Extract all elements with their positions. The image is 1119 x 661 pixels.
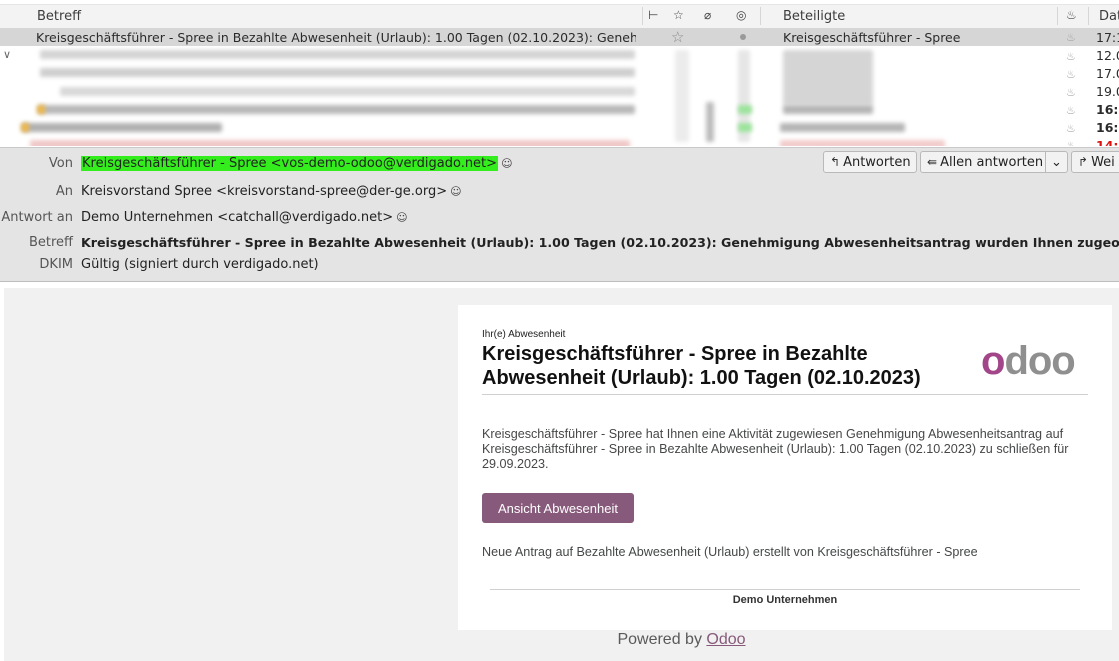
email-card: Ihr(e) Abwesenheit Kreisgeschäftsführer …	[458, 305, 1112, 630]
star-column-icon[interactable]: ☆	[673, 8, 684, 22]
dkim-value: Gültig (signiert durch verdigado.net)	[81, 257, 319, 272]
junk-icon[interactable]: ♨	[1066, 31, 1076, 44]
view-absence-button[interactable]: Ansicht Abwesenheit	[482, 493, 634, 523]
odoo-link[interactable]: Odoo	[706, 631, 745, 648]
reply-all-icon: ⇚	[927, 155, 938, 169]
forward-button[interactable]: ↱ Wei	[1071, 151, 1119, 173]
message-body: Ihr(e) Abwesenheit Kreisgeschäftsführer …	[4, 288, 1119, 661]
message-date: 19.0	[1096, 84, 1119, 99]
contact-icon[interactable]: ☺	[501, 157, 512, 170]
redacted-participants	[780, 123, 905, 132]
redacted-row	[22, 123, 222, 132]
email-title: Kreisgeschäftsführer - Spree in Bezahlte…	[482, 343, 921, 389]
from-value[interactable]: Kreisgeschäftsführer - Spree <vos-demo-o…	[81, 156, 513, 171]
reply-to-address[interactable]: Demo Unternehmen <catchall@verdigado.net…	[81, 210, 393, 225]
from-label: Von	[48, 156, 73, 171]
message-date: 17:1	[1096, 30, 1119, 45]
read-dot-icon[interactable]	[740, 34, 746, 40]
forward-icon: ↱	[1078, 155, 1089, 169]
divider	[482, 394, 1088, 395]
attachment-icon[interactable]: ⌀	[704, 8, 711, 22]
redacted-participants	[780, 140, 945, 146]
reply-to-label: Antwort an	[1, 210, 73, 225]
message-date: 17.0	[1096, 66, 1119, 81]
junk-icon[interactable]: ♨	[1066, 86, 1076, 99]
email-note: Neue Antrag auf Bezahlte Abwesenheit (Ur…	[482, 545, 978, 559]
redacted-row	[40, 68, 635, 77]
contact-icon[interactable]: ☺	[450, 185, 461, 198]
read-status-icon[interactable]: ◎	[736, 8, 746, 22]
redacted-row	[40, 50, 635, 59]
subject-label: Betreff	[28, 235, 73, 250]
junk-icon[interactable]: ♨	[1066, 68, 1076, 81]
column-date[interactable]: Dat	[1099, 9, 1119, 24]
redacted-participants	[783, 105, 873, 114]
company-name: Demo Unternehmen	[732, 594, 838, 606]
junk-icon[interactable]: ♨	[1066, 104, 1076, 117]
message-date: 16:2	[1096, 120, 1119, 135]
reply-button[interactable]: ↰ Antworten	[823, 151, 917, 173]
tag-marker	[37, 105, 45, 114]
to-value[interactable]: Kreisvorstand Spree <kreisvorstand-spree…	[81, 184, 462, 199]
selected-message-row[interactable]: Kreisgeschäftsführer - Spree in Bezahlte…	[0, 28, 1119, 46]
reply-all-dropdown[interactable]: ⌄	[1045, 151, 1068, 173]
message-subject: Kreisgeschäftsführer - Spree in Bezahlte…	[36, 30, 636, 45]
reply-button-label: Antworten	[843, 155, 911, 170]
message-date: 14:5	[1096, 138, 1119, 146]
redacted-status	[738, 105, 752, 114]
message-date: 16:3	[1096, 102, 1119, 117]
message-list: Betreff ⊢ ☆ ⌀ ◎ Beteiligte ♨ Dat Kreisge…	[0, 0, 1119, 146]
odoo-logo: odoo	[981, 339, 1076, 383]
reply-icon: ↰	[830, 155, 841, 169]
junk-icon[interactable]: ♨	[1066, 139, 1076, 146]
column-separator	[1088, 7, 1089, 25]
subject-value: Kreisgeschäftsführer - Spree in Bezahlte…	[81, 235, 1119, 250]
reply-all-button[interactable]: ⇚ Allen antworten	[920, 151, 1046, 173]
column-subject[interactable]: Betreff	[37, 9, 81, 24]
reply-to-value[interactable]: Demo Unternehmen <catchall@verdigado.net…	[81, 210, 408, 225]
junk-icon[interactable]: ♨	[1066, 50, 1076, 63]
column-separator	[760, 7, 761, 25]
column-participants[interactable]: Beteiligte	[783, 9, 845, 24]
column-separator	[642, 7, 643, 25]
star-icon[interactable]: ☆	[671, 28, 684, 46]
chevron-down-icon[interactable]: ∨	[3, 48, 11, 61]
forward-button-label: Wei	[1091, 155, 1115, 170]
contact-icon[interactable]: ☺	[396, 211, 407, 224]
message-header-pane: Von Kreisgeschäftsführer - Spree <vos-de…	[0, 147, 1119, 282]
to-address[interactable]: Kreisvorstand Spree <kreisvorstand-spree…	[81, 184, 447, 199]
redacted-participants	[783, 50, 873, 105]
email-paragraph: Kreisgeschäftsführer - Spree hat Ihnen e…	[482, 427, 1069, 471]
thread-icon[interactable]: ⊢	[648, 8, 658, 22]
redacted-row	[30, 140, 630, 146]
redacted-column	[675, 50, 689, 142]
column-separator	[1057, 7, 1058, 25]
message-participants: Kreisgeschäftsführer - Spree	[783, 30, 961, 45]
redacted-row	[38, 105, 635, 114]
from-address[interactable]: Kreisgeschäftsführer - Spree <vos-demo-o…	[81, 156, 499, 171]
divider	[490, 589, 1080, 590]
column-header-bar: Betreff ⊢ ☆ ⌀ ◎ Beteiligte ♨ Dat	[0, 4, 1119, 29]
reply-all-button-label: Allen antworten	[940, 155, 1044, 170]
redacted-row	[60, 87, 635, 96]
dkim-label: DKIM	[39, 257, 73, 272]
tag-marker	[21, 123, 29, 132]
chevron-down-icon: ⌄	[1051, 155, 1062, 170]
to-label: An	[55, 184, 73, 199]
message-date: 12.0	[1096, 48, 1119, 63]
redacted-column	[706, 102, 714, 142]
junk-status-icon[interactable]: ♨	[1066, 8, 1077, 22]
junk-icon[interactable]: ♨	[1066, 122, 1076, 135]
redacted-status	[738, 123, 752, 132]
email-kicker: Ihr(e) Abwesenheit	[482, 329, 566, 340]
powered-by: Powered by Odoo	[4, 631, 1119, 649]
powered-by-text: Powered by	[617, 631, 702, 648]
